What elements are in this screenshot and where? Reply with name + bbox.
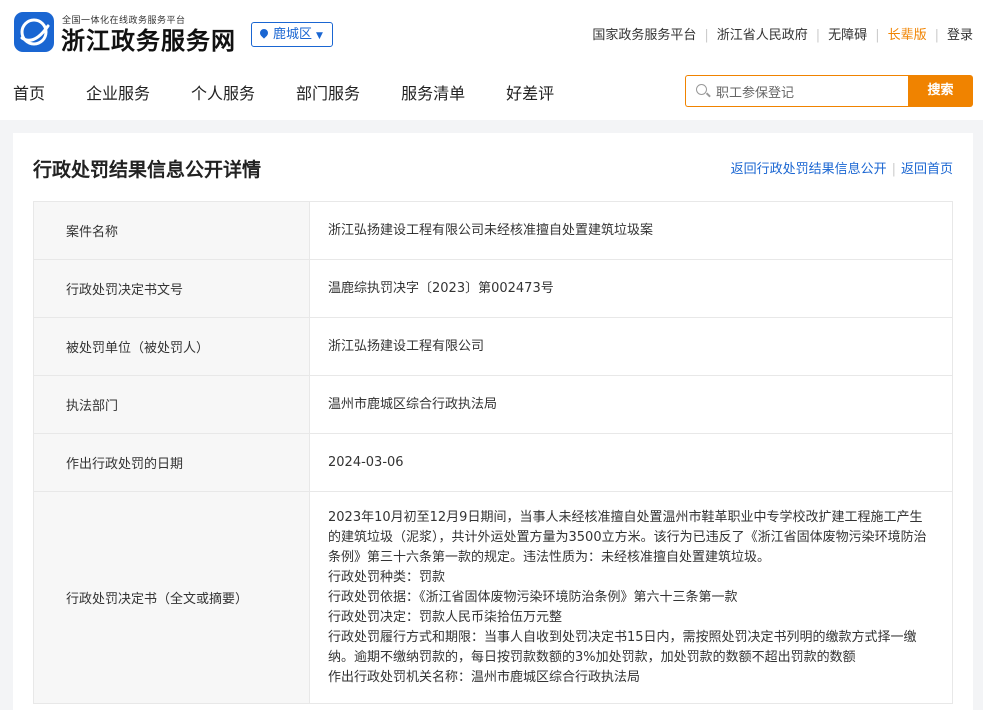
search-button[interactable]: 搜索 (908, 75, 973, 107)
row-value: 2024-03-06 (309, 433, 953, 492)
nav-personal-services[interactable]: 个人服务 (191, 80, 255, 104)
row-label: 作出行政处罚的日期 (33, 433, 310, 492)
row-value: 温州市鹿城区综合行政执法局 (309, 375, 953, 434)
site-header: 全国一体化在线政务服务平台 浙江政务服务网 鹿城区 ▼ 国家政务服务平台 | 浙江省人… (0, 0, 983, 120)
nav-home[interactable]: 首页 (13, 80, 45, 104)
back-to-list-link[interactable]: 返回行政处罚结果信息公开 (731, 162, 887, 177)
decision-paragraph: 行政处罚种类：罚款 (328, 569, 446, 585)
search-box (685, 75, 909, 107)
login-link[interactable]: 登录 (947, 28, 973, 43)
decision-paragraph: 行政处罚决定：罚款人民币柒拾伍万元整 (328, 609, 563, 625)
decision-text: 2023年10月初至12月9日期间，当事人未经核准擅自处置温州市鞋革职业中专学校… (309, 491, 953, 704)
table-row: 执法部门 温州市鹿城区综合行政执法局 (33, 375, 953, 434)
search-bar: 搜索 (685, 75, 973, 107)
decision-paragraph: 行政处罚依据：《浙江省固体废物污染环境防治条例》第六十三条第一款 (328, 589, 738, 605)
top-links: 国家政务服务平台 | 浙江省人民政府 | 无障碍 | 长辈版 | 登录 (592, 24, 973, 43)
divider: | (934, 28, 939, 43)
divider: | (704, 28, 709, 43)
nav-service-list[interactable]: 服务清单 (401, 80, 465, 104)
region-selector[interactable]: 鹿城区 ▼ (251, 22, 333, 47)
table-row: 行政处罚决定书（全文或摘要） 2023年10月初至12月9日期间，当事人未经核准… (33, 491, 953, 704)
link-national-platform[interactable]: 国家政务服务平台 (592, 28, 696, 43)
decision-paragraph: 行政处罚履行方式和期限：当事人自收到处罚决定书15日内，需按照处罚决定书列明的缴… (328, 629, 917, 665)
main-nav: 首页 企业服务 个人服务 部门服务 服务清单 好差评 (13, 80, 595, 104)
page-title: 行政处罚结果信息公开详情 (33, 159, 262, 181)
row-label: 执法部门 (33, 375, 310, 434)
table-row: 被处罚单位（被处罚人） 浙江弘扬建设工程有限公司 (33, 317, 953, 376)
row-label: 行政处罚决定书文号 (33, 259, 310, 318)
logo-title[interactable]: 浙江政务服务网 (61, 26, 236, 56)
logo-subtitle: 全国一体化在线政务服务平台 (62, 16, 186, 26)
link-elderly-mode[interactable]: 长辈版 (888, 28, 927, 43)
row-label: 行政处罚决定书（全文或摘要） (33, 491, 310, 704)
link-provincial-government[interactable]: 浙江省人民政府 (717, 28, 808, 43)
link-accessibility[interactable]: 无障碍 (828, 28, 867, 43)
detail-table: 案件名称 浙江弘扬建设工程有限公司未经核准擅自处置建筑垃圾案 行政处罚决定书文号… (33, 201, 953, 704)
nav-department-services[interactable]: 部门服务 (296, 80, 360, 104)
divider: | (875, 28, 880, 43)
region-label: 鹿城区 (273, 27, 313, 42)
decision-paragraph: 作出行政处罚机关名称：温州市鹿城区综合行政执法局 (328, 669, 641, 685)
back-to-home-link[interactable]: 返回首页 (901, 162, 953, 177)
row-value: 浙江弘扬建设工程有限公司 (309, 317, 953, 376)
caret-down-icon: ▼ (316, 31, 323, 41)
nav-rating[interactable]: 好差评 (506, 80, 554, 104)
divider: | (815, 28, 821, 43)
row-label: 被处罚单位（被处罚人） (33, 317, 310, 376)
search-input[interactable] (716, 81, 901, 102)
table-row: 作出行政处罚的日期 2024-03-06 (33, 433, 953, 492)
back-links: 返回行政处罚结果信息公开 | 返回首页 (731, 158, 953, 177)
row-value: 浙江弘扬建设工程有限公司未经核准擅自处置建筑垃圾案 (309, 201, 953, 260)
divider: | (891, 162, 896, 177)
location-pin-icon (258, 27, 270, 39)
row-value: 温鹿综执罚决字〔2023〕第002473号 (309, 259, 953, 318)
row-label: 案件名称 (33, 201, 310, 260)
table-row: 案件名称 浙江弘扬建设工程有限公司未经核准擅自处置建筑垃圾案 (33, 201, 953, 260)
decision-paragraph: 2023年10月初至12月9日期间，当事人未经核准擅自处置温州市鞋革职业中专学校… (328, 509, 927, 565)
site-logo-icon[interactable] (14, 12, 54, 52)
detail-panel: 行政处罚结果信息公开详情 返回行政处罚结果信息公开 | 返回首页 案件名称 浙江弘扬… (13, 133, 973, 710)
search-icon (696, 84, 707, 95)
table-row: 行政处罚决定书文号 温鹿综执罚决字〔2023〕第002473号 (33, 259, 953, 318)
nav-enterprise-services[interactable]: 企业服务 (86, 80, 150, 104)
